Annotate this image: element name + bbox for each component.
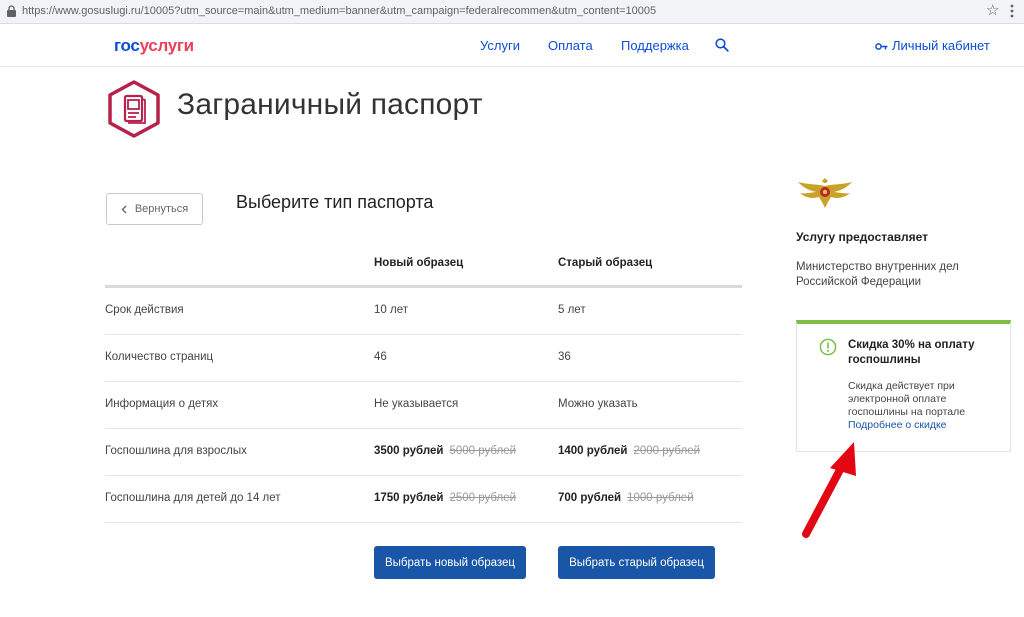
table-row: Информация о детях Не указывается Можно … (105, 382, 742, 429)
column-header-new: Новый образец (374, 257, 464, 269)
logo-part-gos: гос (114, 36, 140, 55)
chevron-left-icon (121, 205, 127, 213)
table-header: Новый образец Старый образец (105, 243, 742, 288)
table-row: Срок действия 10 лет 5 лет (105, 288, 742, 335)
lock-icon (7, 5, 16, 17)
key-icon (875, 43, 888, 50)
current-price: 1750 рублей (374, 492, 444, 504)
passport-icon (108, 80, 160, 138)
info-icon (819, 338, 837, 356)
table-row: Количество страниц 46 36 (105, 335, 742, 382)
cell-new-price: 1750 рублей 2500 рублей (374, 492, 516, 504)
provider-label: Услугу предоставляет (796, 230, 929, 244)
row-label: Госпошлина для взрослых (105, 445, 247, 457)
site-header: госуслуги Услуги Оплата Поддержка Личный… (0, 24, 1024, 67)
cell-old: Можно указать (558, 398, 638, 410)
cell-old: 36 (558, 351, 571, 363)
cell-old-price: 700 рублей 1000 рублей (558, 492, 694, 504)
promo-text: Скидка действует при электронной оплате … (848, 380, 966, 418)
cell-new: 46 (374, 351, 387, 363)
passport-comparison-table: Новый образец Старый образец Срок действ… (105, 243, 742, 523)
arrow-annotation-icon (802, 442, 856, 538)
previous-price: 2000 рублей (633, 445, 701, 457)
previous-price: 5000 рублей (449, 445, 517, 457)
cell-new-price: 3500 рублей 5000 рублей (374, 445, 516, 457)
cell-old: 5 лет (558, 304, 586, 316)
previous-price: 2500 рублей (449, 492, 517, 504)
star-icon[interactable]: ☆ (986, 3, 999, 19)
row-label: Информация о детях (105, 398, 219, 410)
current-price: 1400 рублей (558, 445, 628, 457)
section-title: Выберите тип паспорта (236, 192, 434, 212)
table-row: Госпошлина для взрослых 3500 рублей 5000 … (105, 429, 742, 476)
cell-old-price: 1400 рублей 2000 рублей (558, 445, 700, 457)
current-price: 700 рублей (558, 492, 622, 504)
nav-support[interactable]: Поддержка (621, 38, 689, 53)
back-button[interactable]: Вернуться (106, 193, 203, 225)
choose-new-passport-button[interactable]: Выбрать новый образец (374, 546, 526, 579)
gosuslugi-logo[interactable]: госуслуги (114, 36, 194, 56)
emblem-icon (798, 178, 852, 208)
previous-price: 1000 рублей (627, 492, 694, 504)
table-row: Госпошлина для детей до 14 лет 1750 рубл… (105, 476, 742, 523)
row-label: Срок действия (105, 304, 184, 316)
back-button-label: Вернуться (134, 203, 189, 215)
personal-account-link[interactable]: Личный кабинет (875, 38, 990, 53)
row-label: Количество страниц (105, 351, 214, 363)
row-label: Госпошлина для детей до 14 лет (105, 492, 281, 504)
logo-part-uslugi: услуги (139, 36, 195, 55)
page-title: Заграничный паспорт (177, 88, 483, 121)
menu-dots-icon[interactable] (1010, 3, 1014, 19)
cell-new: Не указывается (374, 398, 459, 410)
column-header-old: Старый образец (558, 257, 653, 269)
nav-payment[interactable]: Оплата (548, 38, 593, 53)
cell-new: 10 лет (374, 304, 408, 316)
search-icon[interactable] (715, 38, 729, 52)
promo-title: Скидка 30% на оплату госпошлины (848, 339, 975, 366)
personal-account-label: Личный кабинет (892, 38, 990, 53)
choose-old-passport-button[interactable]: Выбрать старый образец (558, 546, 715, 579)
browser-address-bar[interactable]: https://www.gosuslugi.ru/10005?utm_sourc… (0, 0, 1024, 24)
current-price: 3500 рублей (374, 445, 444, 457)
provider-name: Министерство внутренних дел Российской Ф… (796, 261, 959, 288)
nav-services[interactable]: Услуги (480, 38, 520, 53)
url-text[interactable]: https://www.gosuslugi.ru/10005?utm_sourc… (22, 5, 656, 17)
